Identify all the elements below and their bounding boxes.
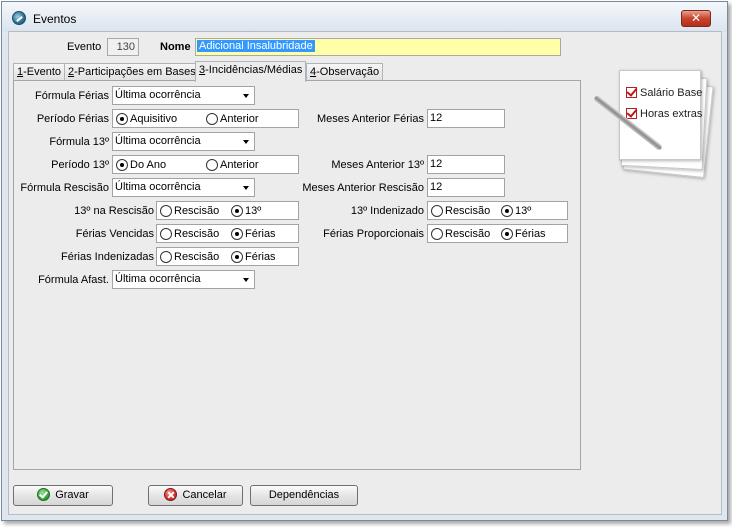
incidencias-panel: Fórmula Férias Última ocorrência Período… — [13, 80, 581, 470]
gravar-button[interactable]: Gravar — [13, 485, 113, 506]
check-circle-icon — [37, 488, 51, 501]
meses-anterior-ferias-label: Meses Anterior Férias — [317, 113, 424, 125]
na-rescisao-13-label: 13º na Rescisão — [74, 205, 154, 217]
periodo-ferias-group: Aquisitivo Anterior — [112, 109, 299, 128]
chevron-down-icon — [243, 186, 249, 190]
radio-ferias-vencidas[interactable]: Férias — [230, 227, 276, 241]
ferias-vencidas-group: Rescisão Férias — [156, 224, 299, 243]
formula-afast-select[interactable]: Última ocorrência — [112, 270, 255, 289]
window-title: Eventos — [33, 12, 77, 26]
client-area: Evento 130 Nome Adicional Insalubridade … — [8, 31, 722, 515]
chevron-down-icon — [243, 278, 249, 282]
formula-rescisao-select[interactable]: Última ocorrência — [112, 178, 255, 197]
ferias-indenizadas-label: Férias Indenizadas — [61, 251, 154, 263]
meses-anterior-13-label: Meses Anterior 13º — [331, 159, 424, 171]
cancel-circle-icon — [164, 488, 178, 501]
notepad-item-salario-base: Salário Base — [626, 87, 702, 99]
cancelar-button[interactable]: Cancelar — [148, 485, 243, 506]
title-bar: Eventos ✕ — [2, 2, 727, 32]
radio-ferias-indenizadas[interactable]: Férias — [230, 250, 276, 264]
meses-anterior-ferias-field[interactable]: 12 — [427, 109, 505, 128]
radio-aquisitivo[interactable]: Aquisitivo — [115, 112, 177, 126]
chevron-down-icon — [243, 94, 249, 98]
radio-rescisao-proporcionais[interactable]: Rescisão — [430, 227, 490, 241]
evento-label: Evento — [67, 41, 102, 53]
ferias-proporcionais-group: Rescisão Férias — [427, 224, 568, 243]
ferias-vencidas-label: Férias Vencidas — [75, 228, 154, 240]
nome-field-value: Adicional Insalubridade — [197, 40, 315, 52]
meses-anterior-rescisao-label: Meses Anterior Rescisão — [302, 182, 424, 194]
tab-evento[interactable]: 1-Evento — [13, 63, 66, 81]
formula-ferias-label: Fórmula Férias — [35, 90, 109, 102]
radio-13-na-rescisao[interactable]: 13º — [230, 204, 261, 218]
radio-anterior-13[interactable]: Anterior — [205, 158, 259, 172]
formula-afast-label: Fórmula Afast. — [38, 274, 109, 286]
nome-label: Nome — [160, 41, 191, 53]
formula-13-label: Fórmula 13º — [49, 136, 109, 148]
ferias-proporcionais-label: Férias Proporcionais — [323, 228, 424, 240]
formula-rescisao-label: Fórmula Rescisão — [20, 182, 109, 194]
periodo-13-group: Do Ano Anterior — [112, 155, 299, 174]
radio-do-ano[interactable]: Do Ano — [115, 158, 166, 172]
na-rescisao-13-group: Rescisão 13º — [156, 201, 299, 220]
periodo-13-label: Período 13º — [51, 159, 109, 171]
tab-participacoes[interactable]: 2-Participações em Bases — [64, 63, 200, 81]
nome-field[interactable]: Adicional Insalubridade — [195, 38, 561, 56]
radio-rescisao-vencidas[interactable]: Rescisão — [159, 227, 219, 241]
close-button[interactable]: ✕ — [681, 10, 711, 27]
app-icon — [12, 11, 26, 25]
radio-rescisao-indenizadas[interactable]: Rescisão — [159, 250, 219, 264]
check-icon — [626, 108, 637, 119]
ferias-indenizadas-group: Rescisão Férias — [156, 247, 299, 266]
check-icon — [626, 87, 637, 98]
eventos-window: Eventos ✕ Evento 130 Nome Adicional Insa… — [1, 1, 728, 521]
indenizado-13-group: Rescisão 13º — [427, 201, 568, 220]
tab-incidencias[interactable]: 3-Incidências/Médias — [195, 61, 307, 82]
evento-code-field: 130 — [107, 38, 139, 56]
radio-ferias-proporcionais[interactable]: Férias — [500, 227, 546, 241]
radio-rescisao-na-rescisao[interactable]: Rescisão — [159, 204, 219, 218]
meses-anterior-rescisao-field[interactable]: 12 — [427, 178, 505, 197]
indenizado-13-label: 13º Indenizado — [350, 205, 424, 217]
notepad-item-horas-extras: Horas extras — [626, 108, 702, 120]
periodo-ferias-label: Período Férias — [36, 113, 109, 125]
formula-ferias-select[interactable]: Última ocorrência — [112, 86, 255, 105]
radio-rescisao-indenizado[interactable]: Rescisão — [430, 204, 490, 218]
meses-anterior-13-field[interactable]: 12 — [427, 155, 505, 174]
radio-anterior-ferias[interactable]: Anterior — [205, 112, 259, 126]
tab-observacao[interactable]: 4-Observação — [306, 63, 384, 81]
chevron-down-icon — [243, 140, 249, 144]
formula-13-select[interactable]: Última ocorrência — [112, 132, 255, 151]
dependencias-button[interactable]: Dependências — [250, 485, 358, 506]
radio-13-indenizado[interactable]: 13º — [500, 204, 531, 218]
